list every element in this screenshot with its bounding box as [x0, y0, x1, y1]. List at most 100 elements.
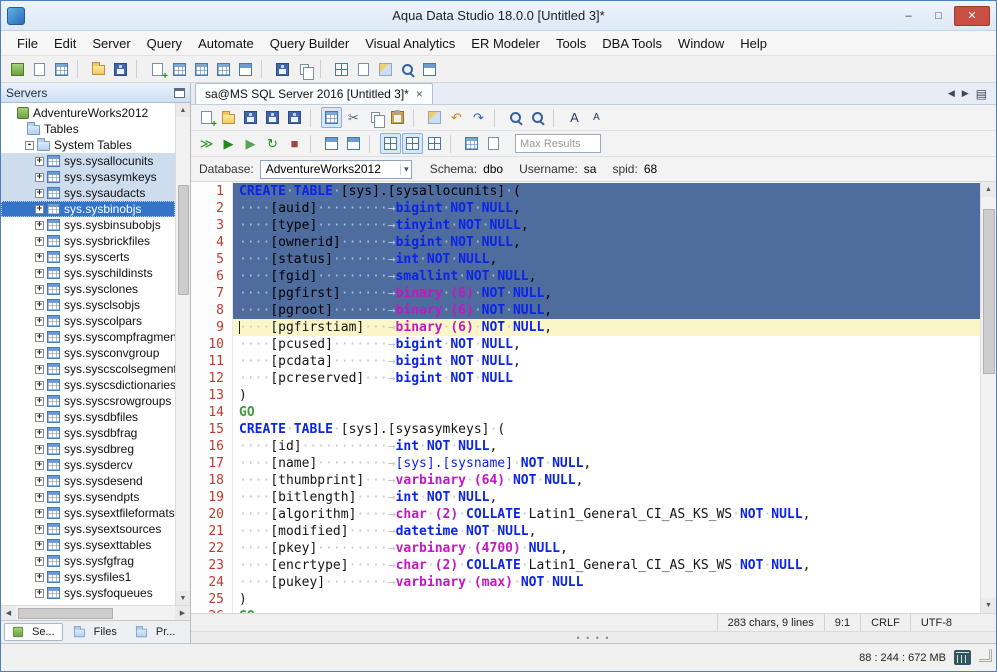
menu-item-er-modeler[interactable]: ER Modeler	[463, 33, 548, 54]
tree-item-sys-sysclones[interactable]: +sys.sysclones	[1, 281, 175, 297]
tab-scroll-right-icon[interactable]: ▶	[962, 88, 969, 99]
scroll-up-icon[interactable]: ▲	[176, 103, 190, 117]
code-line-15[interactable]: CREATE·TABLE·[sys].[sysasymkeys]·(	[233, 421, 980, 438]
table-data-editor-icon[interactable]	[191, 59, 212, 80]
expand-icon[interactable]: +	[35, 253, 44, 262]
open-file-icon[interactable]	[218, 107, 239, 128]
minimize-button[interactable]: –	[894, 6, 923, 26]
tree-item-sys-sysdbfrag[interactable]: +sys.sysdbfrag	[1, 425, 175, 441]
expand-icon[interactable]: +	[35, 333, 44, 342]
results-splitter[interactable]: • • • •	[191, 631, 996, 643]
tree-item-sys-sysdercv[interactable]: +sys.sysdercv	[1, 457, 175, 473]
server-properties-icon[interactable]	[29, 59, 50, 80]
tree-item-sys-syscolpars[interactable]: +sys.syscolpars	[1, 313, 175, 329]
code-line-10[interactable]: ····[pcused]·······→bigint·NOT·NULL,	[233, 336, 980, 353]
scroll-down-icon[interactable]: ▼	[981, 598, 996, 613]
expand-icon[interactable]: +	[35, 429, 44, 438]
tree-item-sys-sysextsources[interactable]: +sys.sysextsources	[1, 521, 175, 537]
sql-editor[interactable]: 1234567891011121314151617181920212223242…	[191, 182, 996, 613]
tree-horizontal-scrollbar[interactable]: ◀ ▶	[1, 605, 190, 620]
cut-icon[interactable]: ✂	[343, 107, 364, 128]
save-file-icon[interactable]	[240, 107, 261, 128]
split-horizontal-icon[interactable]	[380, 133, 401, 154]
tree-item-sys-sysasymkeys[interactable]: +sys.sysasymkeys	[1, 169, 175, 185]
paste-icon[interactable]	[387, 107, 408, 128]
expand-icon[interactable]: +	[35, 221, 44, 230]
resize-grip[interactable]	[979, 649, 992, 662]
grid-results-icon[interactable]	[461, 133, 482, 154]
menu-item-tools[interactable]: Tools	[548, 33, 594, 54]
menu-item-window[interactable]: Window	[670, 33, 732, 54]
tree-item-sys-syscsdictionaries[interactable]: +sys.syscsdictionaries	[1, 377, 175, 393]
code-line-4[interactable]: ····[ownerid]······→bigint·NOT·NULL,	[233, 234, 980, 251]
expand-icon[interactable]: +	[35, 589, 44, 598]
code-line-1[interactable]: CREATE·TABLE·[sys].[sysallocunits]·(	[233, 183, 980, 200]
execute-explain-icon[interactable]: ↻	[262, 133, 283, 154]
tree-item-sys-sysconvgroup[interactable]: +sys.sysconvgroup	[1, 345, 175, 361]
menu-item-query-builder[interactable]: Query Builder	[262, 33, 357, 54]
dock-panel-icon[interactable]	[174, 88, 185, 98]
save-all-icon[interactable]	[284, 107, 305, 128]
export-tool-icon[interactable]	[294, 59, 315, 80]
tree-item-sys-sysdbreg[interactable]: +sys.sysdbreg	[1, 441, 175, 457]
code-line-21[interactable]: ····[modified]·····→datetime·NOT·NULL,	[233, 523, 980, 540]
tree-item-sys-sysfiles1[interactable]: +sys.sysfiles1	[1, 569, 175, 585]
tree-hscrollbar-thumb[interactable]	[18, 608, 113, 619]
execute-script-icon[interactable]: ≫	[196, 133, 217, 154]
menu-item-file[interactable]: File	[9, 33, 46, 54]
execute-statement-icon[interactable]: ▶	[218, 133, 239, 154]
editor-scrollbar-thumb[interactable]	[983, 209, 995, 374]
script-generator-icon[interactable]	[353, 59, 374, 80]
code-line-20[interactable]: ····[algorithm]····→char·(2)·COLLATE·Lat…	[233, 506, 980, 523]
tree-item-tables[interactable]: Tables	[1, 121, 175, 137]
font-decrease-icon[interactable]: A	[586, 107, 607, 128]
tree-item-sys-sysbinsubobjs[interactable]: +sys.sysbinsubobjs	[1, 217, 175, 233]
tree-item-sys-sysdbfiles[interactable]: +sys.sysdbfiles	[1, 409, 175, 425]
code-line-8[interactable]: ····[pgroot]·······→binary·(6)·NOT·NULL,	[233, 302, 980, 319]
expand-icon[interactable]: +	[35, 461, 44, 470]
expand-icon[interactable]: +	[35, 573, 44, 582]
code-line-23[interactable]: ····[encrtype]·····→char·(2)·COLLATE·Lat…	[233, 557, 980, 574]
column-selection-mode-icon[interactable]	[321, 107, 342, 128]
schema-compare-icon[interactable]	[331, 59, 352, 80]
menu-item-query[interactable]: Query	[139, 33, 190, 54]
save-file-as-icon[interactable]	[262, 107, 283, 128]
visual-analytics-icon[interactable]	[235, 59, 256, 80]
expand-icon[interactable]: +	[35, 509, 44, 518]
tree-item-sys-sysextfileformats[interactable]: +sys.sysextfileformats	[1, 505, 175, 521]
tree-item-sys-sysclsobjs[interactable]: +sys.sysclsobjs	[1, 297, 175, 313]
scroll-right-icon[interactable]: ▶	[175, 606, 190, 620]
tree-item-sys-sysdesend[interactable]: +sys.sysdesend	[1, 473, 175, 489]
tab-close-icon[interactable]: ×	[416, 87, 423, 101]
tab-list-icon[interactable]: ▤	[976, 87, 987, 101]
find-in-files-icon[interactable]	[527, 107, 548, 128]
expand-icon[interactable]: +	[35, 189, 44, 198]
find-icon[interactable]	[505, 107, 526, 128]
new-file-icon[interactable]	[196, 107, 217, 128]
code-line-24[interactable]: ····[pukey]········→varbinary·(max)·NOT·…	[233, 574, 980, 591]
expand-icon[interactable]: +	[35, 557, 44, 566]
code-line-22[interactable]: ····[pkey]·········→varbinary·(4700)·NUL…	[233, 540, 980, 557]
expand-icon[interactable]: +	[35, 397, 44, 406]
expand-icon[interactable]: +	[35, 301, 44, 310]
tree-item-sys-sysfoqueues[interactable]: +sys.sysfoqueues	[1, 585, 175, 601]
split-tabbed-icon[interactable]	[424, 133, 445, 154]
code-line-5[interactable]: ····[status]·······→int·NOT·NULL,	[233, 251, 980, 268]
maximize-button[interactable]: □	[924, 6, 953, 26]
code-line-17[interactable]: ····[name]·········→[sys].[sysname]·NOT·…	[233, 455, 980, 472]
tree-scrollbar-thumb[interactable]	[178, 185, 189, 295]
expand-icon[interactable]: +	[35, 173, 44, 182]
garbage-collect-icon[interactable]	[954, 650, 971, 665]
undo-icon[interactable]: ↶	[446, 107, 467, 128]
font-increase-icon[interactable]: A	[564, 107, 585, 128]
execute-edit-icon[interactable]: ▶	[240, 133, 261, 154]
menu-item-server[interactable]: Server	[84, 33, 138, 54]
code-line-13[interactable]: )	[233, 387, 980, 404]
code-line-11[interactable]: ····[pcdata]·······→bigint·NOT·NULL,	[233, 353, 980, 370]
menu-item-dba-tools[interactable]: DBA Tools	[594, 33, 670, 54]
document-tab[interactable]: sa@MS SQL Server 2016 [Untitled 3]* ×	[195, 83, 433, 104]
tree-item-sys-syscompfragments[interactable]: +sys.syscompfragments	[1, 329, 175, 345]
menu-item-automate[interactable]: Automate	[190, 33, 262, 54]
code-area[interactable]: CREATE·TABLE·[sys].[sysallocunits]·( ····…	[233, 182, 980, 613]
tree-item-sys-sysbrickfiles[interactable]: +sys.sysbrickfiles	[1, 233, 175, 249]
